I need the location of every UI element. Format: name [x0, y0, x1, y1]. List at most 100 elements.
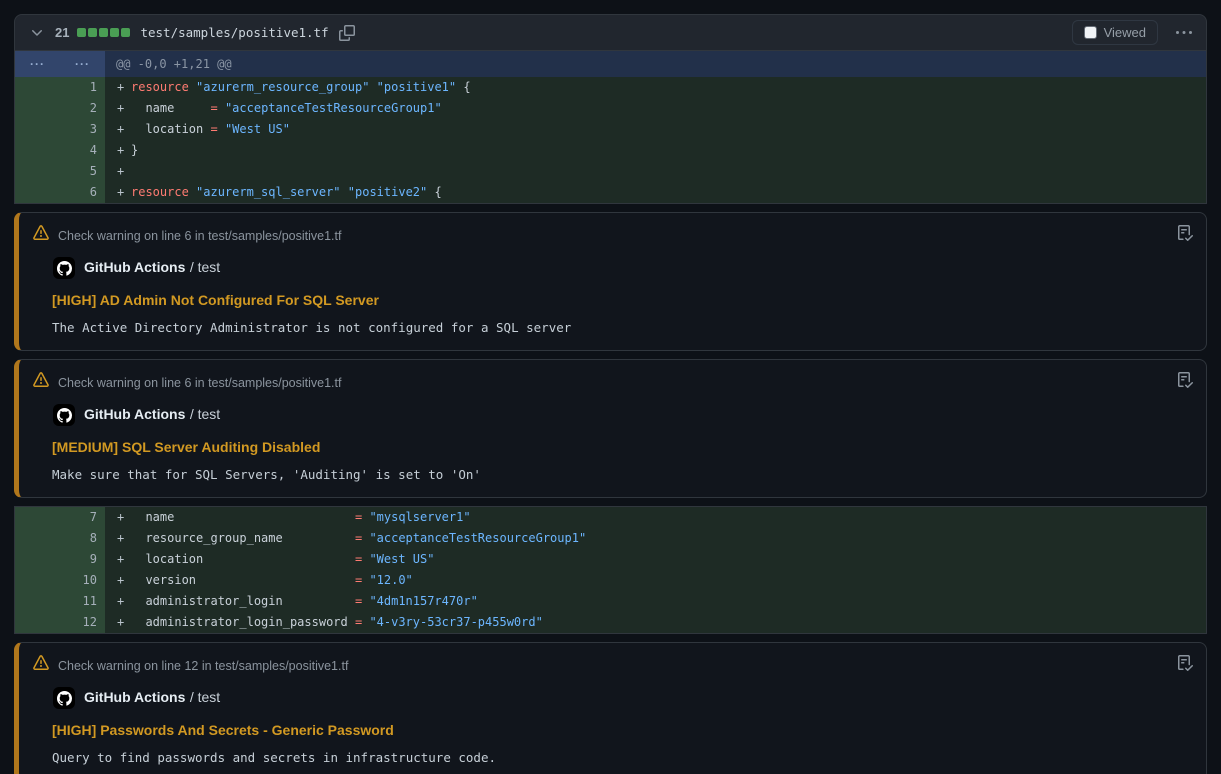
code-token: = [210, 122, 217, 136]
copy-path-button[interactable] [337, 23, 357, 43]
diff-sign: + [117, 161, 131, 182]
old-line-number-cell[interactable] [15, 549, 60, 570]
diffstat-square [110, 28, 119, 37]
code-cell: +resource "azurerm_sql_server" "positive… [105, 182, 1206, 203]
diff-line: 7 + name = "mysqlserver1" [15, 507, 1206, 528]
old-line-number-cell[interactable] [15, 612, 60, 633]
hunk-row: ··· ··· @@ -0,0 +1,21 @@ [15, 51, 1206, 77]
new-line-number[interactable]: 11 [60, 591, 105, 612]
annotation-title: [HIGH] AD Admin Not Configured For SQL S… [52, 292, 1190, 308]
viewed-label: Viewed [1104, 25, 1146, 40]
new-line-number[interactable]: 12 [60, 612, 105, 633]
diff-sign: + [117, 528, 131, 549]
new-line-number[interactable]: 7 [60, 507, 105, 528]
annotation-app-row: GitHub Actions / test [53, 687, 1190, 709]
code-cell: +} [105, 140, 1206, 161]
code-token [189, 185, 196, 199]
annotation-context: Check warning on line 6 in test/samples/… [58, 376, 341, 390]
new-line-number[interactable]: 2 [60, 98, 105, 119]
annotation-app-name: GitHub Actions [84, 259, 185, 275]
diff-sign: + [117, 98, 131, 119]
diffstat-square [121, 28, 130, 37]
checklist-icon [1177, 225, 1193, 241]
file-options-button[interactable] [1174, 23, 1194, 43]
diffstat-square [99, 28, 108, 37]
code-token: "12.0" [369, 573, 412, 587]
annotation-checks-button[interactable] [1175, 653, 1195, 673]
github-mark-icon [53, 687, 75, 709]
diff-sign: + [117, 140, 131, 161]
diff-page: 21 test/samples/positive1.tf Viewed ··· … [0, 0, 1221, 774]
annotation-header: Check warning on line 6 in test/samples/… [33, 372, 1190, 393]
code-token: "4-v3ry-53cr37-p455w0rd" [369, 615, 542, 629]
diff-sign: + [117, 570, 131, 591]
new-line-number[interactable]: 1 [60, 77, 105, 98]
old-line-number-cell[interactable] [15, 182, 60, 203]
file-header: 21 test/samples/positive1.tf Viewed [14, 14, 1207, 51]
check-annotation-card: Check warning on line 6 in test/samples/… [14, 212, 1207, 351]
annotation-title: [MEDIUM] SQL Server Auditing Disabled [52, 439, 1190, 455]
annotation-app-name: GitHub Actions [84, 689, 185, 705]
diffstat-square [77, 28, 86, 37]
code-content: name = "mysqlserver1" [131, 510, 471, 524]
collapse-file-button[interactable] [27, 23, 47, 43]
old-line-number-cell[interactable] [15, 591, 60, 612]
old-line-number-cell[interactable] [15, 98, 60, 119]
new-line-number[interactable]: 10 [60, 570, 105, 591]
new-line-number[interactable]: 4 [60, 140, 105, 161]
code-rows: 1 +resource "azurerm_resource_group" "po… [15, 77, 1206, 203]
code-cell: + name = "mysqlserver1" [105, 507, 1206, 528]
new-line-number[interactable]: 8 [60, 528, 105, 549]
expand-diff-button[interactable]: ··· [15, 51, 60, 77]
annotation-app-suffix: / test [190, 259, 220, 275]
diffstat [77, 28, 130, 37]
new-line-number[interactable]: 9 [60, 549, 105, 570]
old-line-number-cell[interactable] [15, 140, 60, 161]
code-token: version [131, 573, 355, 587]
code-token [189, 80, 196, 94]
code-content: } [131, 143, 138, 157]
github-mark-icon [53, 404, 75, 426]
hunk-gutter-new: ··· [60, 51, 105, 77]
old-line-number-cell[interactable] [15, 119, 60, 140]
viewed-toggle-button[interactable]: Viewed [1072, 20, 1158, 45]
code-rows: 7 + name = "mysqlserver1" 8 + resource_g… [15, 507, 1206, 633]
new-line-number[interactable]: 3 [60, 119, 105, 140]
code-token [218, 122, 225, 136]
code-cell: +resource "azurerm_resource_group" "posi… [105, 77, 1206, 98]
old-line-number-cell[interactable] [15, 161, 60, 182]
code-token: resource [131, 185, 189, 199]
old-line-number-cell[interactable] [15, 528, 60, 549]
new-line-number[interactable]: 5 [60, 161, 105, 182]
code-token [369, 80, 376, 94]
old-line-number-cell[interactable] [15, 570, 60, 591]
code-token: { [427, 185, 441, 199]
diff-sign: + [117, 119, 131, 140]
diff-sign: + [117, 507, 131, 528]
file-name-link[interactable]: test/samples/positive1.tf [140, 25, 328, 40]
annotation-header: Check warning on line 12 in test/samples… [33, 655, 1190, 676]
code-token: resource [131, 80, 189, 94]
diff-line: 1 +resource "azurerm_resource_group" "po… [15, 77, 1206, 98]
code-content: location = "West US" [131, 552, 434, 566]
code-cell: + [105, 161, 1206, 182]
code-token: = [210, 101, 217, 115]
diff-code-section: ··· ··· @@ -0,0 +1,21 @@ 1 +resource "az… [14, 51, 1207, 204]
annotation-checks-button[interactable] [1175, 223, 1195, 243]
annotation-checks-button[interactable] [1175, 370, 1195, 390]
viewed-checkbox[interactable] [1084, 26, 1097, 39]
code-cell: + administrator_login = "4dm1n157r470r" [105, 591, 1206, 612]
hunk-gutter-old: ··· [15, 51, 60, 77]
code-cell: + version = "12.0" [105, 570, 1206, 591]
code-content: resource_group_name = "acceptanceTestRes… [131, 531, 586, 545]
code-token: "positive2" [348, 185, 427, 199]
check-annotation-card: Check warning on line 12 in test/samples… [14, 642, 1207, 774]
code-content: resource "azurerm_sql_server" "positive2… [131, 185, 442, 199]
old-line-number-cell[interactable] [15, 507, 60, 528]
hunk-text: @@ -0,0 +1,21 @@ [105, 51, 1206, 77]
old-line-number-cell[interactable] [15, 77, 60, 98]
diff-sign: + [117, 182, 131, 203]
new-line-number[interactable]: 6 [60, 182, 105, 203]
expand-diff-button[interactable]: ··· [60, 51, 105, 77]
kebab-horizontal-icon [1176, 25, 1192, 41]
